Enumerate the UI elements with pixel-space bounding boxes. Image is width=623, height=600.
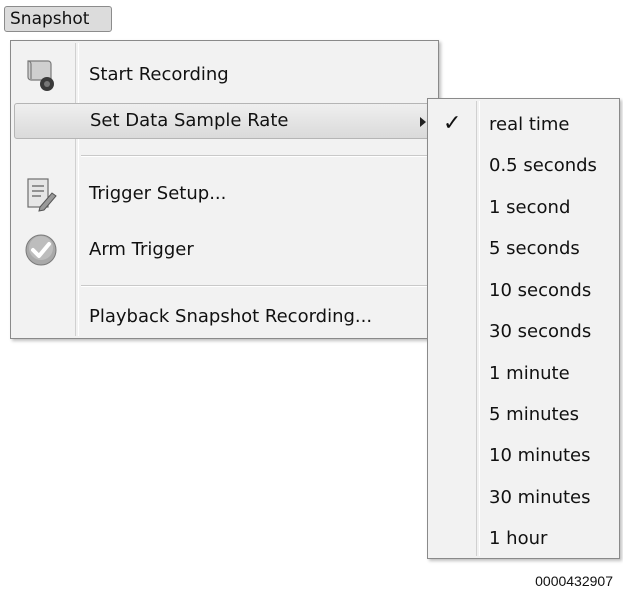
submenu-item-label: 5 seconds bbox=[489, 238, 580, 259]
submenu-item-5-minutes[interactable]: 5 minutes bbox=[431, 394, 616, 435]
submenu-item-30-minutes[interactable]: 30 minutes bbox=[431, 477, 616, 518]
submenu-item-label: real time bbox=[489, 114, 570, 135]
submenu-item-label: 0.5 seconds bbox=[489, 155, 597, 176]
menu-item-set-data-sample-rate[interactable]: Set Data Sample Rate bbox=[14, 103, 435, 139]
submenu-item-label: 10 seconds bbox=[489, 280, 592, 301]
submenu-item-1-hour[interactable]: 1 hour bbox=[431, 518, 616, 559]
menu-item-arm-trigger[interactable]: Arm Trigger bbox=[14, 225, 435, 275]
menu-separator bbox=[81, 155, 434, 157]
record-camera-icon bbox=[27, 60, 54, 91]
menubar-snapshot[interactable]: Snapshot bbox=[4, 6, 112, 32]
menu-item-label: Trigger Setup... bbox=[89, 183, 227, 204]
submenu-item-0-5-seconds[interactable]: 0.5 seconds bbox=[431, 145, 616, 186]
check-circle-icon bbox=[25, 234, 57, 266]
submenu-arrow-icon bbox=[420, 117, 426, 127]
menu-item-label: Arm Trigger bbox=[89, 239, 194, 260]
submenu-item-label: 30 seconds bbox=[489, 321, 592, 342]
submenu-item-1-second[interactable]: 1 second bbox=[431, 187, 616, 228]
submenu-item-label: 5 minutes bbox=[489, 404, 580, 425]
snapshot-menu: Start Recording Set Data Sample Rate Tri… bbox=[10, 40, 439, 339]
submenu-item-label: 30 minutes bbox=[489, 487, 591, 508]
menu-item-start-recording[interactable]: Start Recording bbox=[14, 50, 435, 100]
submenu-item-10-minutes[interactable]: 10 minutes bbox=[431, 435, 616, 476]
menu-item-trigger-setup[interactable]: Trigger Setup... bbox=[14, 169, 435, 219]
submenu-item-label: 1 minute bbox=[489, 363, 570, 384]
menu-item-label: Playback Snapshot Recording... bbox=[89, 306, 373, 327]
menu-separator bbox=[81, 285, 434, 287]
notepad-pencil-icon bbox=[27, 178, 57, 212]
figure-id-caption: 0000432907 bbox=[535, 573, 613, 589]
submenu-item-1-minute[interactable]: 1 minute bbox=[431, 353, 616, 394]
submenu-item-label: 10 minutes bbox=[489, 445, 591, 466]
submenu-item-5-seconds[interactable]: 5 seconds bbox=[431, 228, 616, 269]
submenu-item-label: 1 hour bbox=[489, 528, 548, 549]
submenu-item-real-time[interactable]: ✓ real time bbox=[431, 104, 616, 145]
sample-rate-submenu: ✓ real time 0.5 seconds 1 second 5 secon… bbox=[427, 98, 620, 559]
checkmark-icon: ✓ bbox=[443, 111, 462, 136]
menu-item-label: Set Data Sample Rate bbox=[90, 110, 289, 131]
menu-item-label: Start Recording bbox=[89, 64, 229, 85]
submenu-item-label: 1 second bbox=[489, 197, 571, 218]
menu-item-playback-snapshot-recording[interactable]: Playback Snapshot Recording... bbox=[14, 292, 435, 342]
submenu-item-30-seconds[interactable]: 30 seconds bbox=[431, 311, 616, 352]
submenu-item-10-seconds[interactable]: 10 seconds bbox=[431, 270, 616, 311]
